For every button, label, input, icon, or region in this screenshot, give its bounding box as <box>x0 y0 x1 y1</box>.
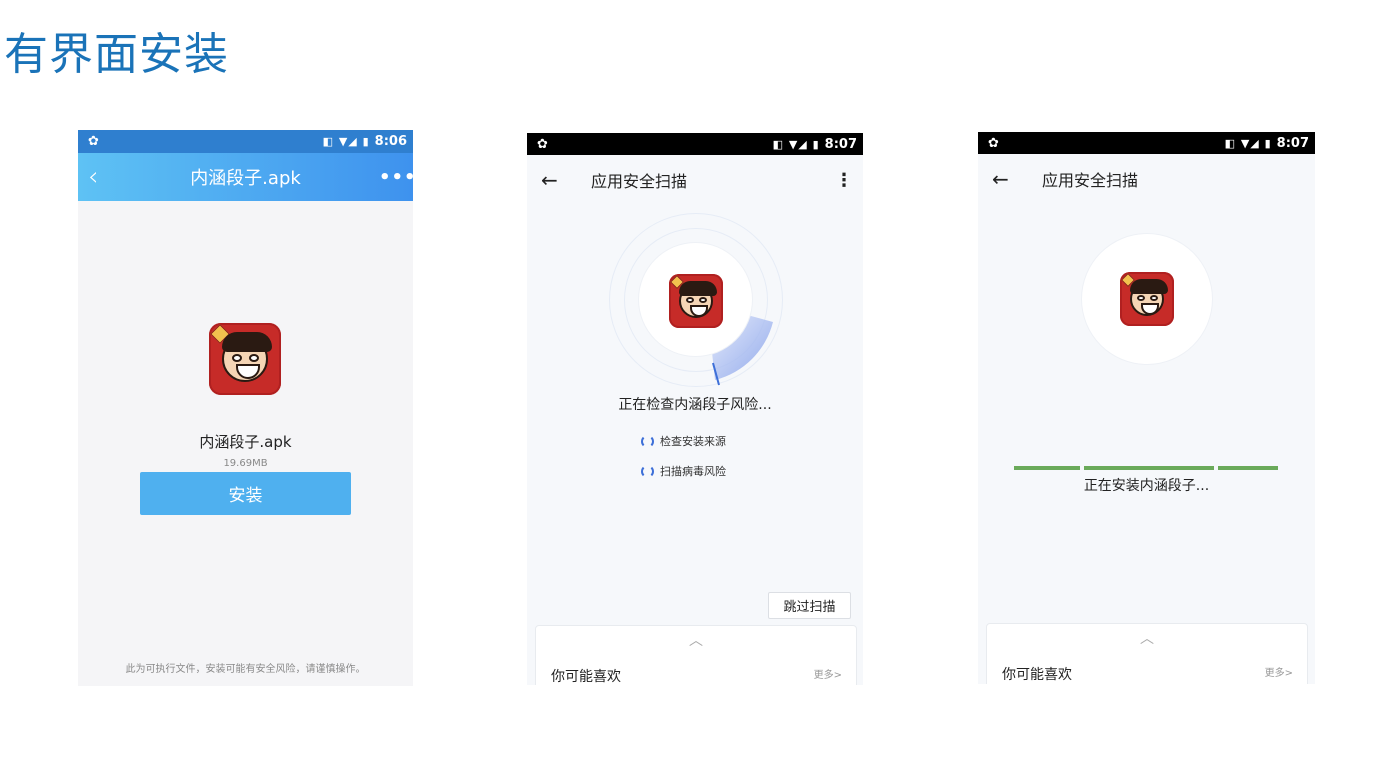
page-title: 有界面安装 <box>4 29 229 80</box>
phone-screen-scan: ✿ ◧ ▼◢ ▮ 8:07 ← 应用安全扫描 ⋮ 正在检查内涵段子风险... 检… <box>527 133 863 685</box>
progress-segment <box>1218 466 1278 470</box>
check-item-virus: 扫描病毒风险 <box>641 463 726 479</box>
loading-spinner-icon <box>641 464 654 478</box>
android-icon: ✿ <box>537 136 548 152</box>
install-area: 正在安装内涵段子... <box>978 204 1315 594</box>
progress-segment <box>1014 466 1080 470</box>
progress-segment <box>1084 466 1214 470</box>
scan-area: 正在检查内涵段子风险... 检查安装来源 扫描病毒风险 <box>527 205 863 595</box>
status-bar: ✿ ◧ ▼◢ ▮ 8:06 <box>78 130 413 153</box>
overflow-menu-icon[interactable]: ⋮ <box>835 170 853 191</box>
header-title: 内涵段子.apk <box>190 168 301 189</box>
header-title: 应用安全扫描 <box>1042 171 1139 190</box>
recommend-label: 你可能喜欢 <box>1002 667 1072 683</box>
more-link[interactable]: 更多> <box>1265 664 1293 679</box>
phone-screen-installing: ✿ ◧ ▼◢ ▮ 8:07 ← 应用安全扫描 正在安装内涵段子... ︿ 你可能… <box>978 132 1315 684</box>
android-icon: ✿ <box>88 134 99 149</box>
app-name: 内涵段子.apk <box>199 433 292 451</box>
status-time: 8:07 <box>824 136 857 152</box>
scan-status-text: 正在检查内涵段子风险... <box>618 397 772 413</box>
security-warning: 此为可执行文件，安装可能有安全风险，请谨慎操作。 <box>125 664 366 675</box>
chevron-up-icon[interactable]: ︿ <box>1140 628 1154 648</box>
recommend-label: 你可能喜欢 <box>551 669 621 685</box>
install-progress-bar <box>1014 466 1278 470</box>
skip-scan-button[interactable]: 跳过扫描 <box>768 592 851 619</box>
app-icon <box>669 274 723 328</box>
chevron-up-icon[interactable]: ︿ <box>689 630 703 650</box>
loading-spinner-icon <box>641 434 654 448</box>
more-link[interactable]: 更多> <box>814 666 842 681</box>
status-bar: ✿ ◧ ▼◢ ▮ 8:07 <box>978 132 1315 154</box>
check-label: 检查安装来源 <box>660 435 726 448</box>
app-size: 19.69MB <box>223 458 268 469</box>
android-icon: ✿ <box>988 135 999 151</box>
status-icons: ◧ ▼◢ ▮ <box>772 137 820 151</box>
app-icon <box>209 323 281 395</box>
app-header: ← 应用安全扫描 ⋮ <box>527 155 863 205</box>
status-time: 8:06 <box>374 134 407 149</box>
face-icon <box>1130 279 1168 316</box>
phone-screen-install: ✿ ◧ ▼◢ ▮ 8:06 ‹ 内涵段子.apk ••• 内涵段子.apk 19… <box>78 130 413 686</box>
header-title: 应用安全扫描 <box>591 172 688 191</box>
install-button[interactable]: 安装 <box>140 472 351 515</box>
check-item-source: 检查安装来源 <box>641 433 726 449</box>
check-label: 扫描病毒风险 <box>660 465 726 478</box>
install-status-text: 正在安装内涵段子... <box>1083 478 1210 494</box>
recommend-panel[interactable]: ︿ 你可能喜欢 更多> <box>986 623 1308 684</box>
install-body: 内涵段子.apk 19.69MB 安装 此为可执行文件，安装可能有安全风险，请谨… <box>78 201 413 686</box>
status-icons: ◧ ▼◢ ▮ <box>322 135 370 148</box>
back-icon[interactable]: ‹ <box>88 164 112 190</box>
status-time: 8:07 <box>1276 135 1309 151</box>
status-bar: ✿ ◧ ▼◢ ▮ 8:07 <box>527 133 863 155</box>
face-icon <box>679 281 717 318</box>
recommend-panel[interactable]: ︿ 你可能喜欢 更多> <box>535 625 857 685</box>
back-arrow-icon[interactable]: ← <box>541 168 591 192</box>
app-header: ← 应用安全扫描 <box>978 154 1315 204</box>
status-icons: ◧ ▼◢ ▮ <box>1224 136 1272 150</box>
back-arrow-icon[interactable]: ← <box>992 167 1042 191</box>
more-icon[interactable]: ••• <box>379 167 413 188</box>
face-icon <box>222 332 272 382</box>
app-icon <box>1120 272 1174 326</box>
app-header: ‹ 内涵段子.apk ••• <box>78 153 413 201</box>
